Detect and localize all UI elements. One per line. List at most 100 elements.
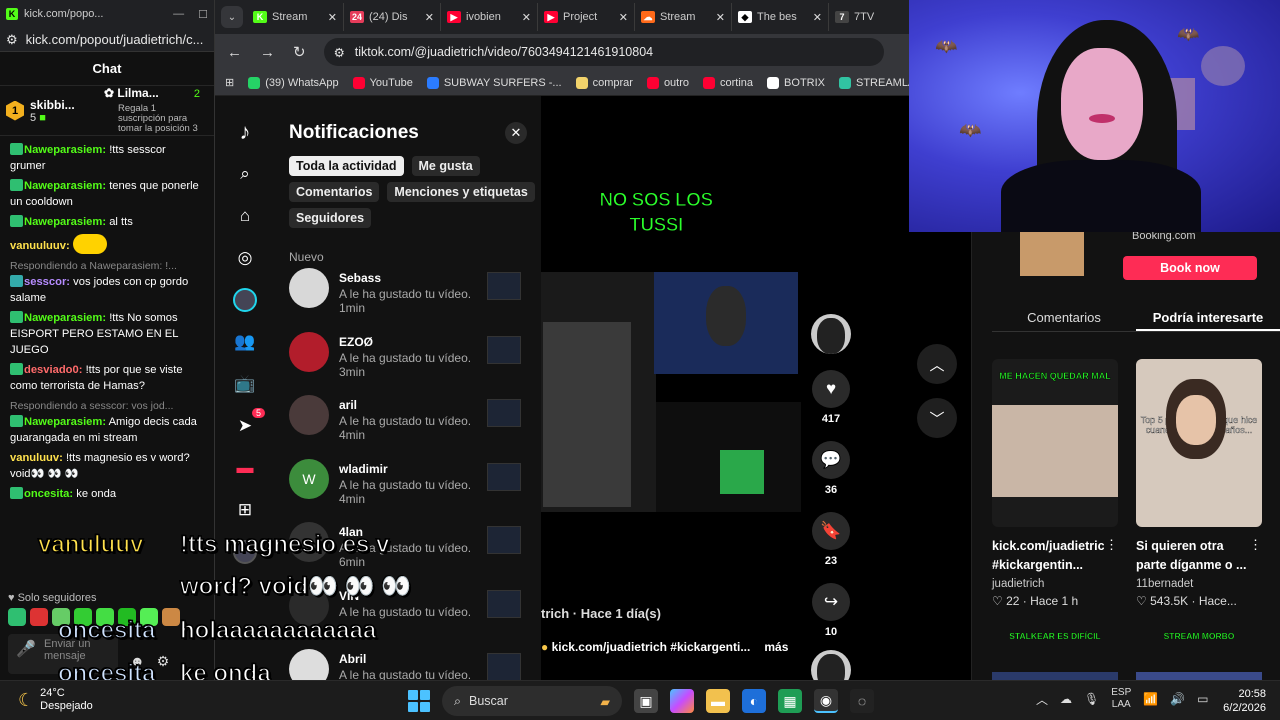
chat-username[interactable]: vanuluuv:	[10, 452, 63, 464]
bookmark[interactable]: (39) WhatsApp	[248, 76, 339, 89]
right-tab[interactable]: Comentarios	[992, 302, 1136, 331]
site-info-icon[interactable]: ⚙	[334, 45, 345, 60]
book-now-button[interactable]: Book now	[1123, 256, 1257, 280]
tab-close-icon[interactable]: ✕	[328, 11, 337, 24]
tab-close-icon[interactable]: ✕	[813, 11, 822, 24]
weather-widget[interactable]: ☾ 24°C Despejado	[18, 687, 93, 713]
notification-username[interactable]: aril	[339, 398, 471, 412]
microphone-icon[interactable]: 🎙	[1084, 692, 1099, 706]
chat-username[interactable]: Naweparasiem:	[24, 216, 106, 228]
emote-icon[interactable]	[8, 608, 26, 626]
notification-username[interactable]: EZOØ	[339, 335, 471, 349]
tab-close-icon[interactable]: ✕	[425, 11, 434, 24]
user-avatar[interactable]	[289, 331, 329, 372]
browser-tab[interactable]: ◆ The bes ✕	[732, 3, 829, 31]
obs-icon[interactable]: ◌	[850, 689, 874, 713]
chrome-icon[interactable]: ◉	[814, 689, 838, 713]
video-thumbnail-4[interactable]	[1136, 672, 1262, 680]
back-icon[interactable]: ←	[227, 44, 242, 61]
creator-avatar[interactable]	[811, 314, 851, 354]
search-icon[interactable]: ⌕	[233, 162, 257, 186]
live-avatar[interactable]	[233, 288, 257, 312]
browser-tab[interactable]: ▶ Project ✕	[538, 3, 635, 31]
chat-username[interactable]: Naweparasiem:	[24, 416, 106, 428]
start-icon[interactable]	[408, 690, 430, 712]
browser-tab[interactable]: ☁ Stream ✕	[635, 3, 732, 31]
bookmark[interactable]: YouTube	[352, 76, 413, 89]
explore-icon[interactable]: ◎	[233, 246, 257, 270]
notification-item[interactable]: Wwladimir A le ha gustado tu vídeo. 4min	[289, 458, 529, 523]
video-author[interactable]: 11bernadet	[1136, 578, 1262, 590]
browser-tab[interactable]: 24 (24) Dis ✕	[344, 3, 441, 31]
more-options-icon[interactable]: ⋮	[1249, 537, 1262, 553]
notification-username[interactable]: Abril	[339, 652, 471, 666]
more-link[interactable]: más	[764, 640, 788, 654]
green-app-icon[interactable]: ▦	[778, 689, 802, 713]
notification-username[interactable]: Sebass	[339, 271, 471, 285]
task-view-icon[interactable]: ▣	[634, 689, 658, 713]
bookmark[interactable]: outro	[646, 76, 689, 89]
video-thumbnail-3[interactable]	[992, 672, 1118, 680]
bookmark[interactable]: cortina	[703, 76, 753, 89]
bookmark[interactable]: comprar	[575, 76, 633, 89]
chat-username[interactable]: Naweparasiem:	[24, 312, 106, 324]
rank-2-card[interactable]: ✿ Lilma... 2 Regala 1 suscripción para t…	[104, 86, 200, 134]
filter-chip[interactable]: Comentarios	[289, 182, 380, 202]
browser-tab[interactable]: K Stream ✕	[247, 3, 344, 31]
recommended-video-2[interactable]: Top 5 peores Cosas que hice cuando tenía…	[1136, 359, 1262, 608]
emote-icon[interactable]	[30, 608, 48, 626]
cloud-icon[interactable]: ☁	[1060, 692, 1072, 706]
bookmark[interactable]: SUBWAY SURFERS -...	[426, 76, 562, 89]
notification-item[interactable]: aril A le ha gustado tu vídeo. 4min	[289, 395, 529, 459]
tab-close-icon[interactable]: ✕	[522, 11, 531, 24]
chat-username[interactable]: Naweparasiem:	[24, 180, 106, 192]
microphone-icon[interactable]: 🎤	[16, 642, 38, 666]
activity-icon[interactable]: ➤ 5	[233, 408, 265, 438]
reload-icon[interactable]: ↻	[293, 43, 306, 61]
tab-search-icon[interactable]: ⌄	[221, 6, 243, 28]
top-gifter-name[interactable]: skibbi...	[30, 98, 75, 112]
sound-avatar[interactable]	[811, 650, 851, 680]
right-tab[interactable]: Podría interesarte	[1136, 302, 1280, 331]
video-thumbnail[interactable]	[487, 272, 521, 300]
taskbar-search[interactable]: ⌕ Buscar ▰	[442, 686, 622, 716]
share-icon[interactable]: ↪	[812, 583, 850, 621]
filter-chip[interactable]: Me gusta	[411, 156, 480, 176]
notification-item[interactable]: EZOØ A le ha gustado tu vídeo. 3min	[289, 331, 529, 396]
close-icon[interactable]: ✕	[505, 122, 527, 144]
filter-chip[interactable]: Toda la actividad	[289, 156, 404, 176]
more-options-icon[interactable]: ⋮	[1105, 537, 1118, 553]
volume-icon[interactable]: 🔊	[1170, 692, 1185, 706]
chat-url-bar[interactable]: ⚙ kick.com/popout/juadietrich/c...	[0, 28, 214, 52]
recommended-video-1[interactable]: ME HACEN QUEDAR MAL ⋮ kick.com/juadietri…	[992, 359, 1118, 608]
tab-close-icon[interactable]: ✕	[716, 11, 725, 24]
following-icon[interactable]: 👥	[233, 330, 257, 354]
video-player[interactable]: NO SOS LOS TUSSI trich · Hace 1 día(s) ●…	[541, 96, 801, 680]
minimize-icon[interactable]: —	[173, 8, 184, 21]
user-avatar[interactable]	[289, 649, 329, 680]
site-settings-icon[interactable]: ⚙	[6, 32, 18, 48]
bookmark-icon[interactable]: 🔖	[812, 512, 850, 550]
like-icon[interactable]: ♥	[812, 370, 850, 408]
user-avatar[interactable]	[289, 268, 329, 308]
notification-item[interactable]: Sebass A le ha gustado tu vídeo. 1min	[289, 268, 529, 332]
live-tv-icon[interactable]: 📺	[233, 372, 257, 396]
user-avatar[interactable]	[289, 395, 329, 435]
chat-username[interactable]: Naweparasiem:	[24, 144, 106, 156]
clock[interactable]: 20:58 6/2/2026	[1223, 687, 1266, 715]
tiktok-logo-icon[interactable]: ♪	[233, 119, 257, 144]
edge-icon[interactable]: ◐	[742, 689, 766, 713]
home-icon[interactable]: ⌂	[233, 204, 257, 228]
chevron-up-icon[interactable]: ︿	[1036, 691, 1048, 708]
video-thumbnail[interactable]	[487, 335, 521, 364]
chat-username[interactable]: sesscor:	[24, 276, 70, 288]
maximize-icon[interactable]: ☐	[198, 8, 208, 21]
reply-context[interactable]: Respondiendo a Naweparasiem: !...	[10, 258, 204, 274]
upload-icon[interactable]: ⊞	[233, 498, 257, 522]
chevron-up-icon[interactable]: ︿	[917, 344, 957, 384]
messages-icon[interactable]: ▬	[233, 456, 257, 480]
video-author[interactable]: juadietrich	[992, 578, 1118, 590]
battery-icon[interactable]: ▭	[1197, 692, 1208, 706]
video-thumbnail[interactable]	[487, 462, 521, 491]
reply-context[interactable]: Respondiendo a sesscor: vos jod...	[10, 398, 204, 414]
